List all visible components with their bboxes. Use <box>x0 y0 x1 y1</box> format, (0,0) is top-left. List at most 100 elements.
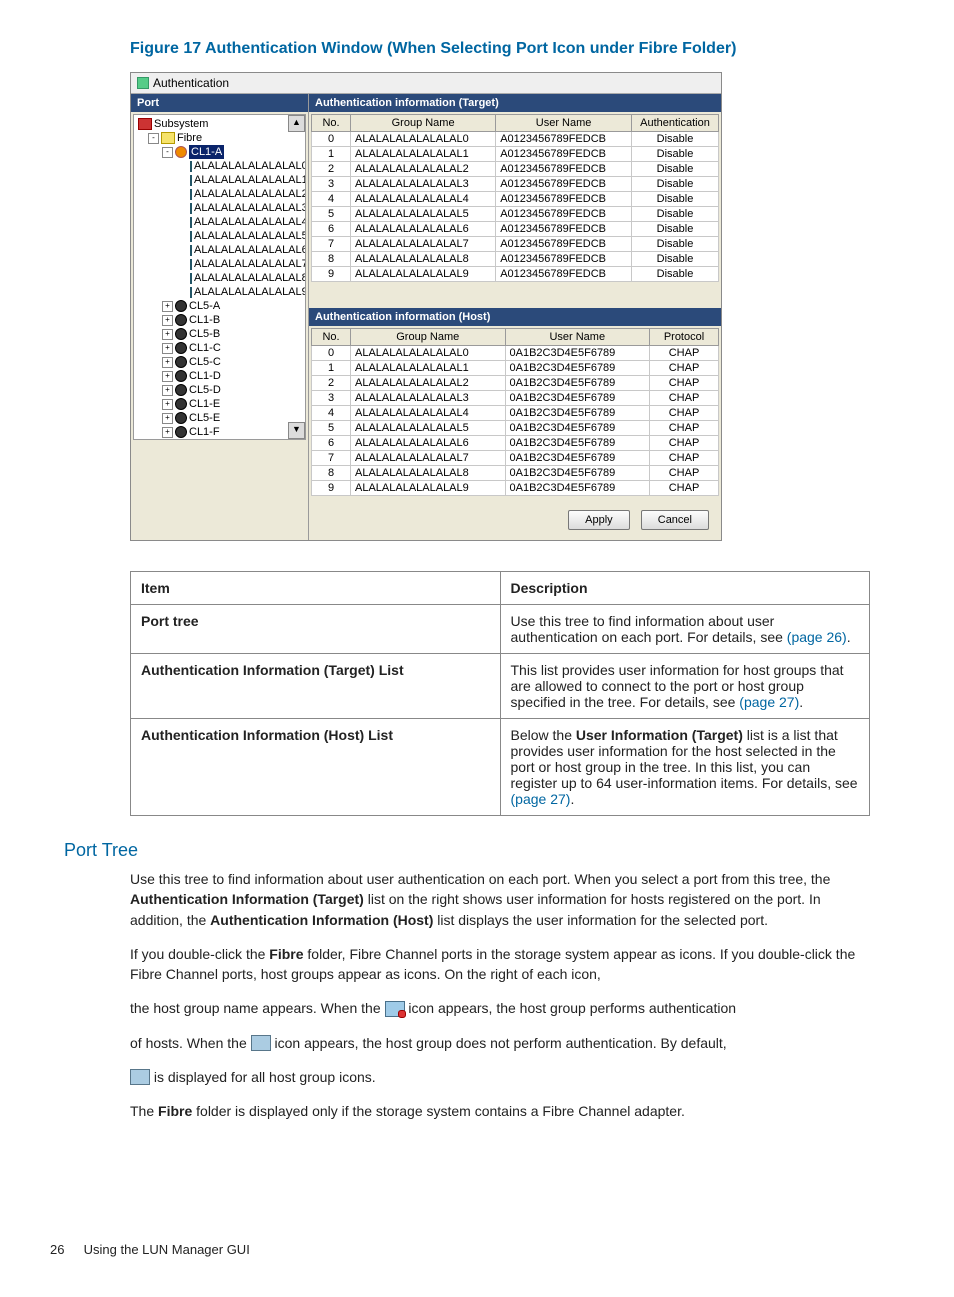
table-row: Authentication Information (Target) List… <box>131 654 870 719</box>
cancel-button[interactable]: Cancel <box>641 510 709 530</box>
scroll-up-button[interactable]: ▲ <box>288 115 305 132</box>
table-row[interactable]: 2ALALALALALALALAL20A1B2C3D4E5F6789CHAP <box>312 376 719 391</box>
table-row[interactable]: 9ALALALALALALALAL90A1B2C3D4E5F6789CHAP <box>312 481 719 496</box>
page-link[interactable]: (page 26) <box>787 629 847 645</box>
port-icon <box>175 370 187 382</box>
page-number: 26 <box>50 1242 80 1257</box>
section-heading: Port Tree <box>64 840 904 861</box>
col-proto[interactable]: Protocol <box>650 329 719 346</box>
port-tree[interactable]: ▲ ▼ Subsystem - Fibre - CL1-A ALALALALAL… <box>133 114 306 440</box>
tree-root[interactable]: Subsystem <box>138 117 303 131</box>
tree-hostgroup[interactable]: ALALALALALALALAL6 <box>138 243 303 257</box>
tree-label: ALALALALALALALAL4 <box>194 215 306 229</box>
port-icon <box>175 328 187 340</box>
tree-port-selected[interactable]: - CL1-A <box>138 145 303 159</box>
tree-port[interactable]: +CL1-C <box>138 341 303 355</box>
tree-fibre[interactable]: - Fibre <box>138 131 303 145</box>
col-group[interactable]: Group Name <box>351 329 506 346</box>
col-no[interactable]: No. <box>312 115 351 132</box>
tree-label: CL5-D <box>189 383 221 397</box>
tree-label: ALALALALALALALAL0 <box>194 159 306 173</box>
expand-icon[interactable]: + <box>162 385 173 396</box>
host-table: No. Group Name User Name Protocol 0ALALA… <box>311 328 719 496</box>
table-row[interactable]: 6ALALALALALALALAL6A0123456789FEDCBDisabl… <box>312 222 719 237</box>
page-link[interactable]: (page 27) <box>511 791 571 807</box>
tree-port[interactable]: +CL5-E <box>138 411 303 425</box>
table-row[interactable]: 1ALALALALALALALAL10A1B2C3D4E5F6789CHAP <box>312 361 719 376</box>
expand-icon[interactable]: + <box>162 301 173 312</box>
tree-port[interactable]: +CL1-B <box>138 313 303 327</box>
table-row[interactable]: 6ALALALALALALALAL60A1B2C3D4E5F6789CHAP <box>312 436 719 451</box>
window-titlebar: Authentication <box>131 73 721 94</box>
table-row[interactable]: 5ALALALALALALALAL5A0123456789FEDCBDisabl… <box>312 207 719 222</box>
collapse-icon[interactable]: - <box>162 147 173 158</box>
scroll-down-button[interactable]: ▼ <box>288 422 305 439</box>
tree-port[interactable]: +CL1-F <box>138 425 303 439</box>
tree-hostgroup[interactable]: ALALALALALALALAL7 <box>138 257 303 271</box>
port-icon <box>175 426 187 438</box>
tree-hostgroup[interactable]: ALALALALALALALAL0 <box>138 159 303 173</box>
col-group[interactable]: Group Name <box>351 115 496 132</box>
expand-icon[interactable]: + <box>162 329 173 340</box>
tree-label: CL1-D <box>189 369 221 383</box>
tree-hostgroup[interactable]: ALALALALALALALAL1 <box>138 173 303 187</box>
tree-port[interactable]: +CL5-A <box>138 299 303 313</box>
window-icon <box>137 77 149 89</box>
hostgroup-auth-icon <box>385 1001 405 1017</box>
tree-hostgroup[interactable]: ALALALALALALALAL8 <box>138 271 303 285</box>
expand-icon[interactable]: + <box>162 413 173 424</box>
tree-label: CL1-E <box>189 397 220 411</box>
tree-port[interactable]: +CL5-C <box>138 355 303 369</box>
collapse-icon[interactable]: - <box>148 133 159 144</box>
tree-port[interactable]: + CL5-B <box>138 327 303 341</box>
table-row[interactable]: 7ALALALALALALALAL7A0123456789FEDCBDisabl… <box>312 237 719 252</box>
table-row[interactable]: 4ALALALALALALALAL4A0123456789FEDCBDisabl… <box>312 192 719 207</box>
col-user[interactable]: User Name <box>496 115 632 132</box>
hostgroup-icon <box>190 259 192 270</box>
tree-port[interactable]: +CL5-F <box>138 439 303 440</box>
tree-hostgroup[interactable]: ALALALALALALALAL5 <box>138 229 303 243</box>
desc-item: Authentication Information (Target) List <box>141 662 404 678</box>
tree-label: CL5-B <box>189 327 220 341</box>
apply-button[interactable]: Apply <box>568 510 630 530</box>
table-row[interactable]: 3ALALALALALALALAL3A0123456789FEDCBDisabl… <box>312 177 719 192</box>
desc-item: Port tree <box>141 613 199 629</box>
hostgroup-noauth-icon <box>130 1069 150 1085</box>
desc-text: Use this tree to find information about … <box>500 605 870 654</box>
tree-label: ALALALALALALALAL9 <box>194 285 306 299</box>
expand-icon[interactable]: + <box>162 399 173 410</box>
col-no[interactable]: No. <box>312 329 351 346</box>
tree-hostgroup[interactable]: ALALALALALALALAL3 <box>138 201 303 215</box>
table-row[interactable]: 2ALALALALALALALAL2A0123456789FEDCBDisabl… <box>312 162 719 177</box>
col-user[interactable]: User Name <box>505 329 650 346</box>
page-link[interactable]: (page 27) <box>739 694 799 710</box>
port-icon <box>175 412 187 424</box>
expand-icon[interactable]: + <box>162 315 173 326</box>
table-row[interactable]: 8ALALALALALALALAL8A0123456789FEDCBDisabl… <box>312 252 719 267</box>
table-row[interactable]: 1ALALALALALALALAL1A0123456789FEDCBDisabl… <box>312 147 719 162</box>
table-row[interactable]: 5ALALALALALALALAL50A1B2C3D4E5F6789CHAP <box>312 421 719 436</box>
col-auth[interactable]: Authentication <box>632 115 719 132</box>
tree-port[interactable]: + CL1-D <box>138 369 303 383</box>
expand-icon[interactable]: + <box>162 427 173 438</box>
tree-port[interactable]: + CL5-D <box>138 383 303 397</box>
table-row[interactable]: 0ALALALALALALALAL0A0123456789FEDCBDisabl… <box>312 132 719 147</box>
tree-hostgroup[interactable]: ALALALALALALALAL9 <box>138 285 303 299</box>
table-row[interactable]: 8ALALALALALALALAL80A1B2C3D4E5F6789CHAP <box>312 466 719 481</box>
tree-port[interactable]: + CL1-E <box>138 397 303 411</box>
table-row[interactable]: 7ALALALALALALALAL70A1B2C3D4E5F6789CHAP <box>312 451 719 466</box>
expand-icon[interactable]: + <box>162 343 173 354</box>
tree-label: ALALALALALALALAL3 <box>194 201 306 215</box>
table-row[interactable]: 3ALALALALALALALAL30A1B2C3D4E5F6789CHAP <box>312 391 719 406</box>
port-panel-header: Port <box>131 94 308 112</box>
tree-hostgroup[interactable]: ALALALALALALALAL4 <box>138 215 303 229</box>
expand-icon[interactable]: + <box>162 371 173 382</box>
tree-hostgroup[interactable]: ALALALALALALALAL2 <box>138 187 303 201</box>
body-paragraph: is displayed for all host group icons. <box>130 1067 870 1087</box>
expand-icon[interactable]: + <box>162 357 173 368</box>
port-icon <box>175 314 187 326</box>
table-row[interactable]: 4ALALALALALALALAL40A1B2C3D4E5F6789CHAP <box>312 406 719 421</box>
fibre-folder-icon <box>161 132 175 144</box>
table-row[interactable]: 9ALALALALALALALAL9A0123456789FEDCBDisabl… <box>312 267 719 282</box>
table-row[interactable]: 0ALALALALALALALAL00A1B2C3D4E5F6789CHAP <box>312 346 719 361</box>
